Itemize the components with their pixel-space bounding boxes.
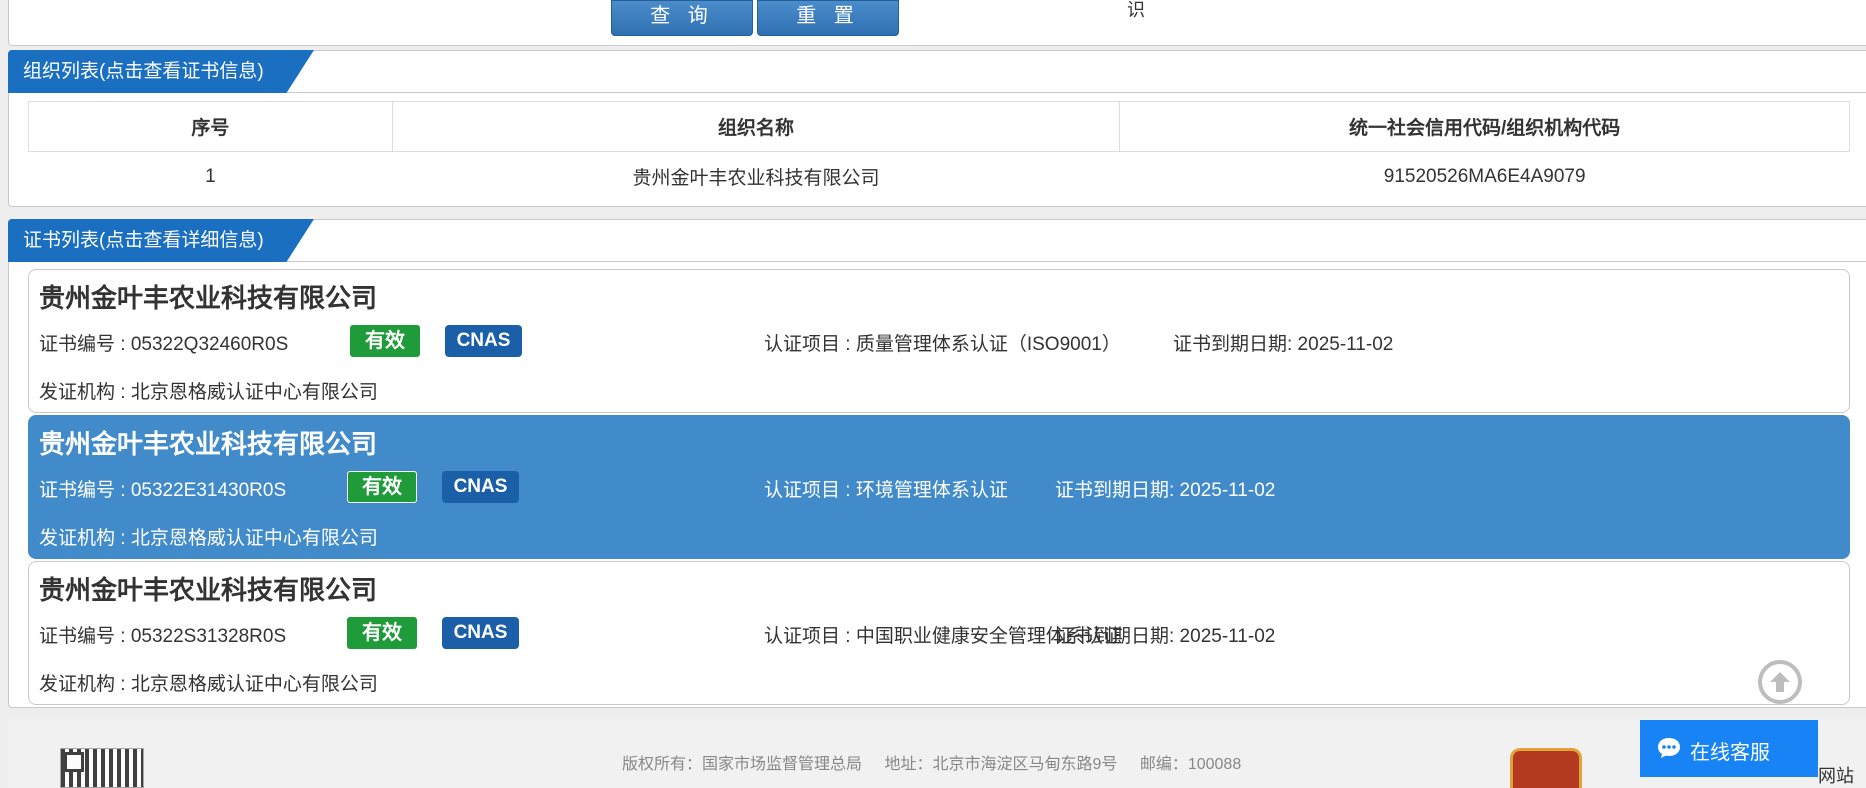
org-name-cell[interactable]: 贵州金叶丰农业科技有限公司 [392,152,1120,202]
cert-card[interactable]: 贵州金叶丰农业科技有限公司 证书编号 : 05322Q32460R0S 有效 C… [28,269,1850,413]
org-list-panel: 组织列表(点击查看证书信息) 序号 组织名称 统一社会信用代码/组织机构代码 1… [8,50,1866,207]
reset-button[interactable]: 重 置 [757,0,899,36]
cert-number: 证书编号 : 05322Q32460R0S [39,334,289,355]
online-service-button[interactable]: 在线客服 [1640,720,1818,777]
org-list-header: 组织列表(点击查看证书信息) [8,50,1866,93]
org-table: 序号 组织名称 统一社会信用代码/组织机构代码 1 贵州金叶丰农业科技有限公司 … [28,101,1850,202]
truncated-label: 识 [1127,0,1145,20]
cert-project: 认证项目 : 环境管理体系认证 [764,480,1008,501]
cert-expiry: 证书到期日期: 2025-11-02 [1055,626,1276,647]
status-badge: 有效 [347,617,417,649]
cert-card-selected[interactable]: 贵州金叶丰农业科技有限公司 证书编号 : 05322E31430R0S 有效 C… [28,415,1850,559]
cert-company-name: 贵州金叶丰农业科技有限公司 [39,575,378,605]
status-badge: 有效 [350,325,420,357]
table-row[interactable]: 1 贵州金叶丰农业科技有限公司 91520526MA6E4A9079 [29,152,1850,202]
cert-expiry: 证书到期日期: 2025-11-02 [1055,480,1276,501]
cert-project: 认证项目 : 质量管理体系认证（ISO9001） [764,334,1121,355]
cert-company-name: 贵州金叶丰农业科技有限公司 [39,429,378,459]
cert-number: 证书编号 : 05322E31430R0S [39,480,287,501]
cert-issuer: 发证机构 : 北京恩格威认证中心有限公司 [39,382,378,403]
arrow-up-circle-icon [1770,672,1790,692]
org-code-cell: 91520526MA6E4A9079 [1383,165,1586,187]
query-button[interactable]: 查 询 [611,0,753,36]
cnas-badge: CNAS [442,471,519,503]
cert-expiry: 证书到期日期: 2025-11-02 [1173,334,1394,355]
footer-partial-text[interactable]: 网站 [1818,762,1854,788]
column-header-name: 组织名称 [391,101,1121,152]
org-index-cell: 1 [205,165,216,187]
cnas-badge: CNAS [445,325,522,357]
back-to-top-button[interactable] [1758,660,1802,704]
cert-card[interactable]: 贵州金叶丰农业科技有限公司 证书编号 : 05322S31328R0S 有效 C… [28,561,1850,705]
org-list-title: 组织列表(点击查看证书信息) [8,50,314,93]
cert-issuer: 发证机构 : 北京恩格威认证中心有限公司 [39,528,378,549]
footer-postcode: 邮编：100088 [1139,756,1242,773]
column-header-index: 序号 [28,101,393,152]
search-panel: 查 询 重 置 识 [8,0,1866,46]
online-service-label: 在线客服 [1690,742,1770,764]
footer-copyright: 版权所有：国家市场监督管理总局 [622,756,863,773]
org-table-header-row: 序号 组织名称 统一社会信用代码/组织机构代码 [28,101,1850,152]
cert-company-name: 贵州金叶丰农业科技有限公司 [39,283,378,313]
cert-number: 证书编号 : 05322S31328R0S [39,626,287,647]
column-header-code: 统一社会信用代码/组织机构代码 [1119,101,1850,152]
qr-code-icon [60,748,144,788]
emblem-icon [1510,748,1582,788]
status-badge: 有效 [347,471,417,503]
cert-list-title: 证书列表(点击查看详细信息) [8,219,314,262]
cert-list-header: 证书列表(点击查看详细信息) [8,219,1866,262]
cert-list-panel: 证书列表(点击查看详细信息) 贵州金叶丰农业科技有限公司 证书编号 : 0532… [8,219,1866,708]
speech-bubble-icon [1658,738,1680,758]
footer-info: 版权所有：国家市场监督管理总局 地址：北京市海淀区马甸东路9号 邮编：10008… [622,750,1259,774]
cert-issuer: 发证机构 : 北京恩格威认证中心有限公司 [39,674,378,695]
footer-address: 地址：北京市海淀区马甸东路9号 [884,756,1118,773]
footer: 版权所有：国家市场监督管理总局 地址：北京市海淀区马甸东路9号 邮编：10008… [8,718,1866,788]
cnas-badge: CNAS [442,617,519,649]
